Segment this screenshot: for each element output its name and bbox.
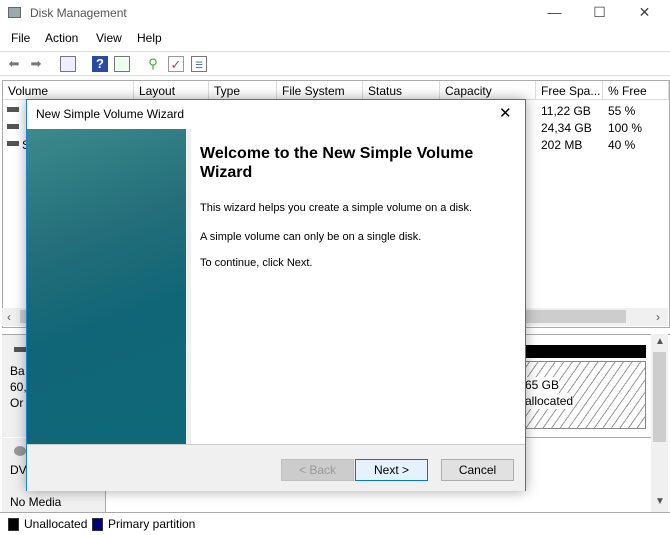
forward-icon[interactable]: ➡ (28, 56, 44, 72)
wizard-banner-image (27, 129, 186, 444)
legend-primary: Primary partition (108, 517, 196, 531)
free-space: 11,22 GB (541, 104, 591, 118)
menu-bar: File Action View Help (0, 27, 670, 50)
legend: Unallocated Primary partition (0, 512, 670, 535)
toolbar: ⬅ ➡ ? ⚲ ✓ ☰ (0, 51, 670, 76)
pct-free: 55 % (608, 104, 636, 118)
scroll-thumb[interactable] (653, 352, 666, 442)
wizard-dialog: New Simple Volume Wizard ✕ Welcome to th… (26, 99, 526, 491)
pct-free: 100 % (608, 121, 643, 135)
wizard-text-1: This wizard helps you create a simple vo… (200, 202, 473, 214)
legend-unallocated: Unallocated (24, 517, 88, 531)
check-icon[interactable]: ✓ (168, 56, 184, 72)
unallocated-header (520, 345, 646, 358)
vertical-scrollbar[interactable]: ▲ ▼ (651, 334, 668, 512)
col-free-space[interactable]: Free Spa... (536, 81, 603, 100)
dialog-close-button[interactable]: ✕ (499, 104, 512, 122)
menu-view[interactable]: View (96, 31, 122, 45)
drive-icon (7, 124, 19, 129)
minimize-button[interactable]: — (532, 0, 577, 26)
legend-swatch-primary (92, 518, 103, 531)
scroll-left-icon[interactable]: ‹ (7, 310, 11, 324)
maximize-button[interactable]: ☐ (577, 0, 622, 26)
properties-icon[interactable]: ☰ (191, 56, 207, 72)
legend-swatch-unallocated (8, 518, 19, 531)
cdrom-icon (14, 446, 26, 456)
col-type[interactable]: Type (209, 81, 277, 100)
back-button[interactable]: < Back (281, 459, 354, 481)
wizard-text-2: A simple volume can only be on a single … (200, 231, 422, 243)
partition-size: 65 GB (525, 377, 560, 393)
console-tree-icon[interactable] (60, 56, 76, 72)
col-volume[interactable]: Volume (3, 81, 134, 100)
window-title: Disk Management (30, 6, 127, 20)
free-space: 24,34 GB (541, 121, 592, 135)
col-file-system[interactable]: File System (277, 81, 363, 100)
wizard-text-3: To continue, click Next. (200, 257, 313, 269)
col-capacity[interactable]: Capacity (440, 81, 536, 100)
app-icon (8, 7, 21, 18)
cdrom-status: No Media (10, 495, 62, 509)
dialog-title: New Simple Volume Wizard (36, 107, 185, 121)
menu-action[interactable]: Action (45, 31, 78, 45)
title-bar: Disk Management — ☐ ✕ (0, 0, 670, 26)
col-status[interactable]: Status (363, 81, 440, 100)
disk-icon (14, 347, 26, 352)
free-space: 202 MB (541, 138, 583, 152)
partition-status: allocated (525, 393, 574, 409)
drive-icon (7, 107, 19, 112)
action-pane-icon[interactable] (114, 56, 130, 72)
next-button[interactable]: Next > (355, 459, 428, 481)
wizard-heading: Welcome to the New Simple Volume Wizard (200, 145, 474, 181)
col-pct-free[interactable]: % Free (603, 81, 669, 100)
pct-free: 40 % (608, 138, 636, 152)
scroll-down-icon[interactable]: ▼ (655, 496, 665, 507)
col-layout[interactable]: Layout (134, 81, 209, 100)
connect-icon[interactable]: ⚲ (145, 56, 161, 72)
scroll-up-icon[interactable]: ▲ (655, 336, 665, 347)
wizard-footer: < Back Next > Cancel (27, 444, 525, 491)
unallocated-partition[interactable]: 65 GB allocated (520, 361, 646, 429)
scroll-right-icon[interactable]: › (656, 310, 660, 324)
back-icon[interactable]: ⬅ (6, 56, 22, 72)
menu-file[interactable]: File (11, 31, 30, 45)
help-icon[interactable]: ? (92, 56, 108, 72)
cancel-button[interactable]: Cancel (441, 459, 514, 481)
close-button[interactable]: ✕ (622, 0, 667, 26)
menu-help[interactable]: Help (137, 31, 162, 45)
